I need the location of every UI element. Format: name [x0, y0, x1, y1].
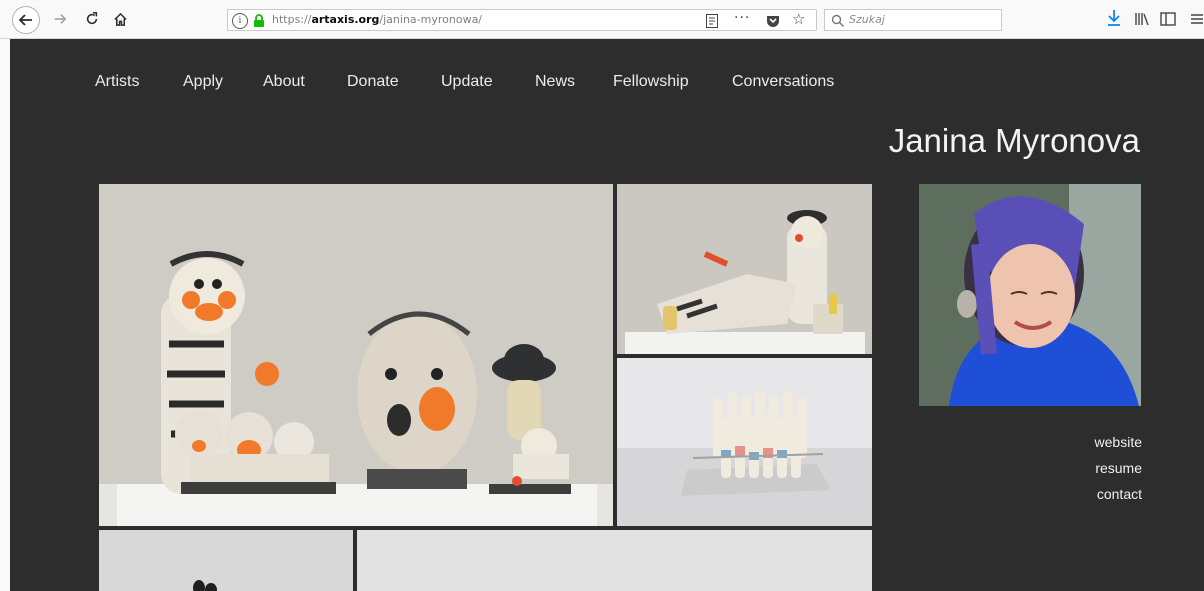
- sidebar-icon[interactable]: [1160, 11, 1176, 26]
- nav-update-link[interactable]: Update: [441, 69, 493, 95]
- nav-artists-link[interactable]: Artists: [95, 69, 139, 95]
- search-bar[interactable]: Szukaj: [824, 9, 1002, 31]
- more-actions-icon[interactable]: ···: [734, 10, 750, 26]
- nav-about-link[interactable]: About: [263, 69, 305, 95]
- url-prefix: https://: [272, 13, 312, 26]
- pocket-icon[interactable]: [766, 13, 780, 27]
- library-icon[interactable]: [1134, 11, 1150, 26]
- url-path: /janina-myronowa/: [379, 13, 483, 26]
- rabbit-figures-image: [617, 358, 872, 526]
- home-icon[interactable]: [108, 7, 132, 31]
- url-domain: artaxis.org: [311, 13, 380, 26]
- url-text[interactable]: https://artaxis.org/janina-myronowa/: [272, 12, 482, 28]
- nav-conversations-link[interactable]: Conversations: [732, 69, 834, 95]
- bottom-left-artwork-image: [99, 530, 353, 591]
- info-icon[interactable]: i: [232, 13, 248, 29]
- search-icon: [831, 13, 845, 27]
- nav-donate-link[interactable]: Donate: [347, 69, 399, 95]
- reclining-figure-image: [617, 184, 872, 354]
- browser-toolbar: i https://artaxis.org/janina-myronowa/ ·…: [0, 0, 1204, 39]
- artwork-image-bottom-left[interactable]: [99, 530, 353, 591]
- website-link[interactable]: website: [1095, 429, 1142, 455]
- forward-arrow-icon[interactable]: [48, 7, 72, 31]
- nav-apply-link[interactable]: Apply: [183, 69, 223, 95]
- artwork-image-bottom-right[interactable]: [357, 530, 872, 591]
- artwork-image-large[interactable]: [99, 184, 613, 526]
- artwork-image-reclining[interactable]: [617, 184, 872, 354]
- lock-icon[interactable]: [252, 13, 266, 27]
- menu-icon[interactable]: [1190, 11, 1204, 25]
- artist-name: Janina Myronova: [888, 122, 1140, 159]
- download-icon[interactable]: [1106, 9, 1122, 27]
- reload-icon[interactable]: [80, 7, 104, 31]
- star-icon[interactable]: ☆: [792, 10, 805, 28]
- nav-news-link[interactable]: News: [535, 69, 575, 95]
- search-placeholder: Szukaj: [849, 13, 885, 26]
- resume-link[interactable]: resume: [1095, 455, 1142, 481]
- artist-page: Artists Apply About Donate Update News F…: [10, 39, 1204, 591]
- artist-portrait: [919, 184, 1141, 406]
- site-nav: Artists Apply About Donate Update News F…: [10, 69, 910, 99]
- ceramic-figures-image: [99, 184, 613, 526]
- nav-fellowship-link[interactable]: Fellowship: [613, 69, 689, 95]
- artwork-image-rabbits[interactable]: [617, 358, 872, 526]
- artist-portrait-image: [919, 184, 1141, 406]
- back-arrow-icon[interactable]: [12, 6, 40, 34]
- contact-link[interactable]: contact: [1095, 481, 1142, 507]
- bottom-right-artwork-image: [357, 530, 872, 591]
- artist-links: website resume contact: [1095, 429, 1142, 507]
- reader-view-icon[interactable]: [706, 13, 718, 28]
- url-bar[interactable]: i https://artaxis.org/janina-myronowa/ ·…: [227, 9, 817, 31]
